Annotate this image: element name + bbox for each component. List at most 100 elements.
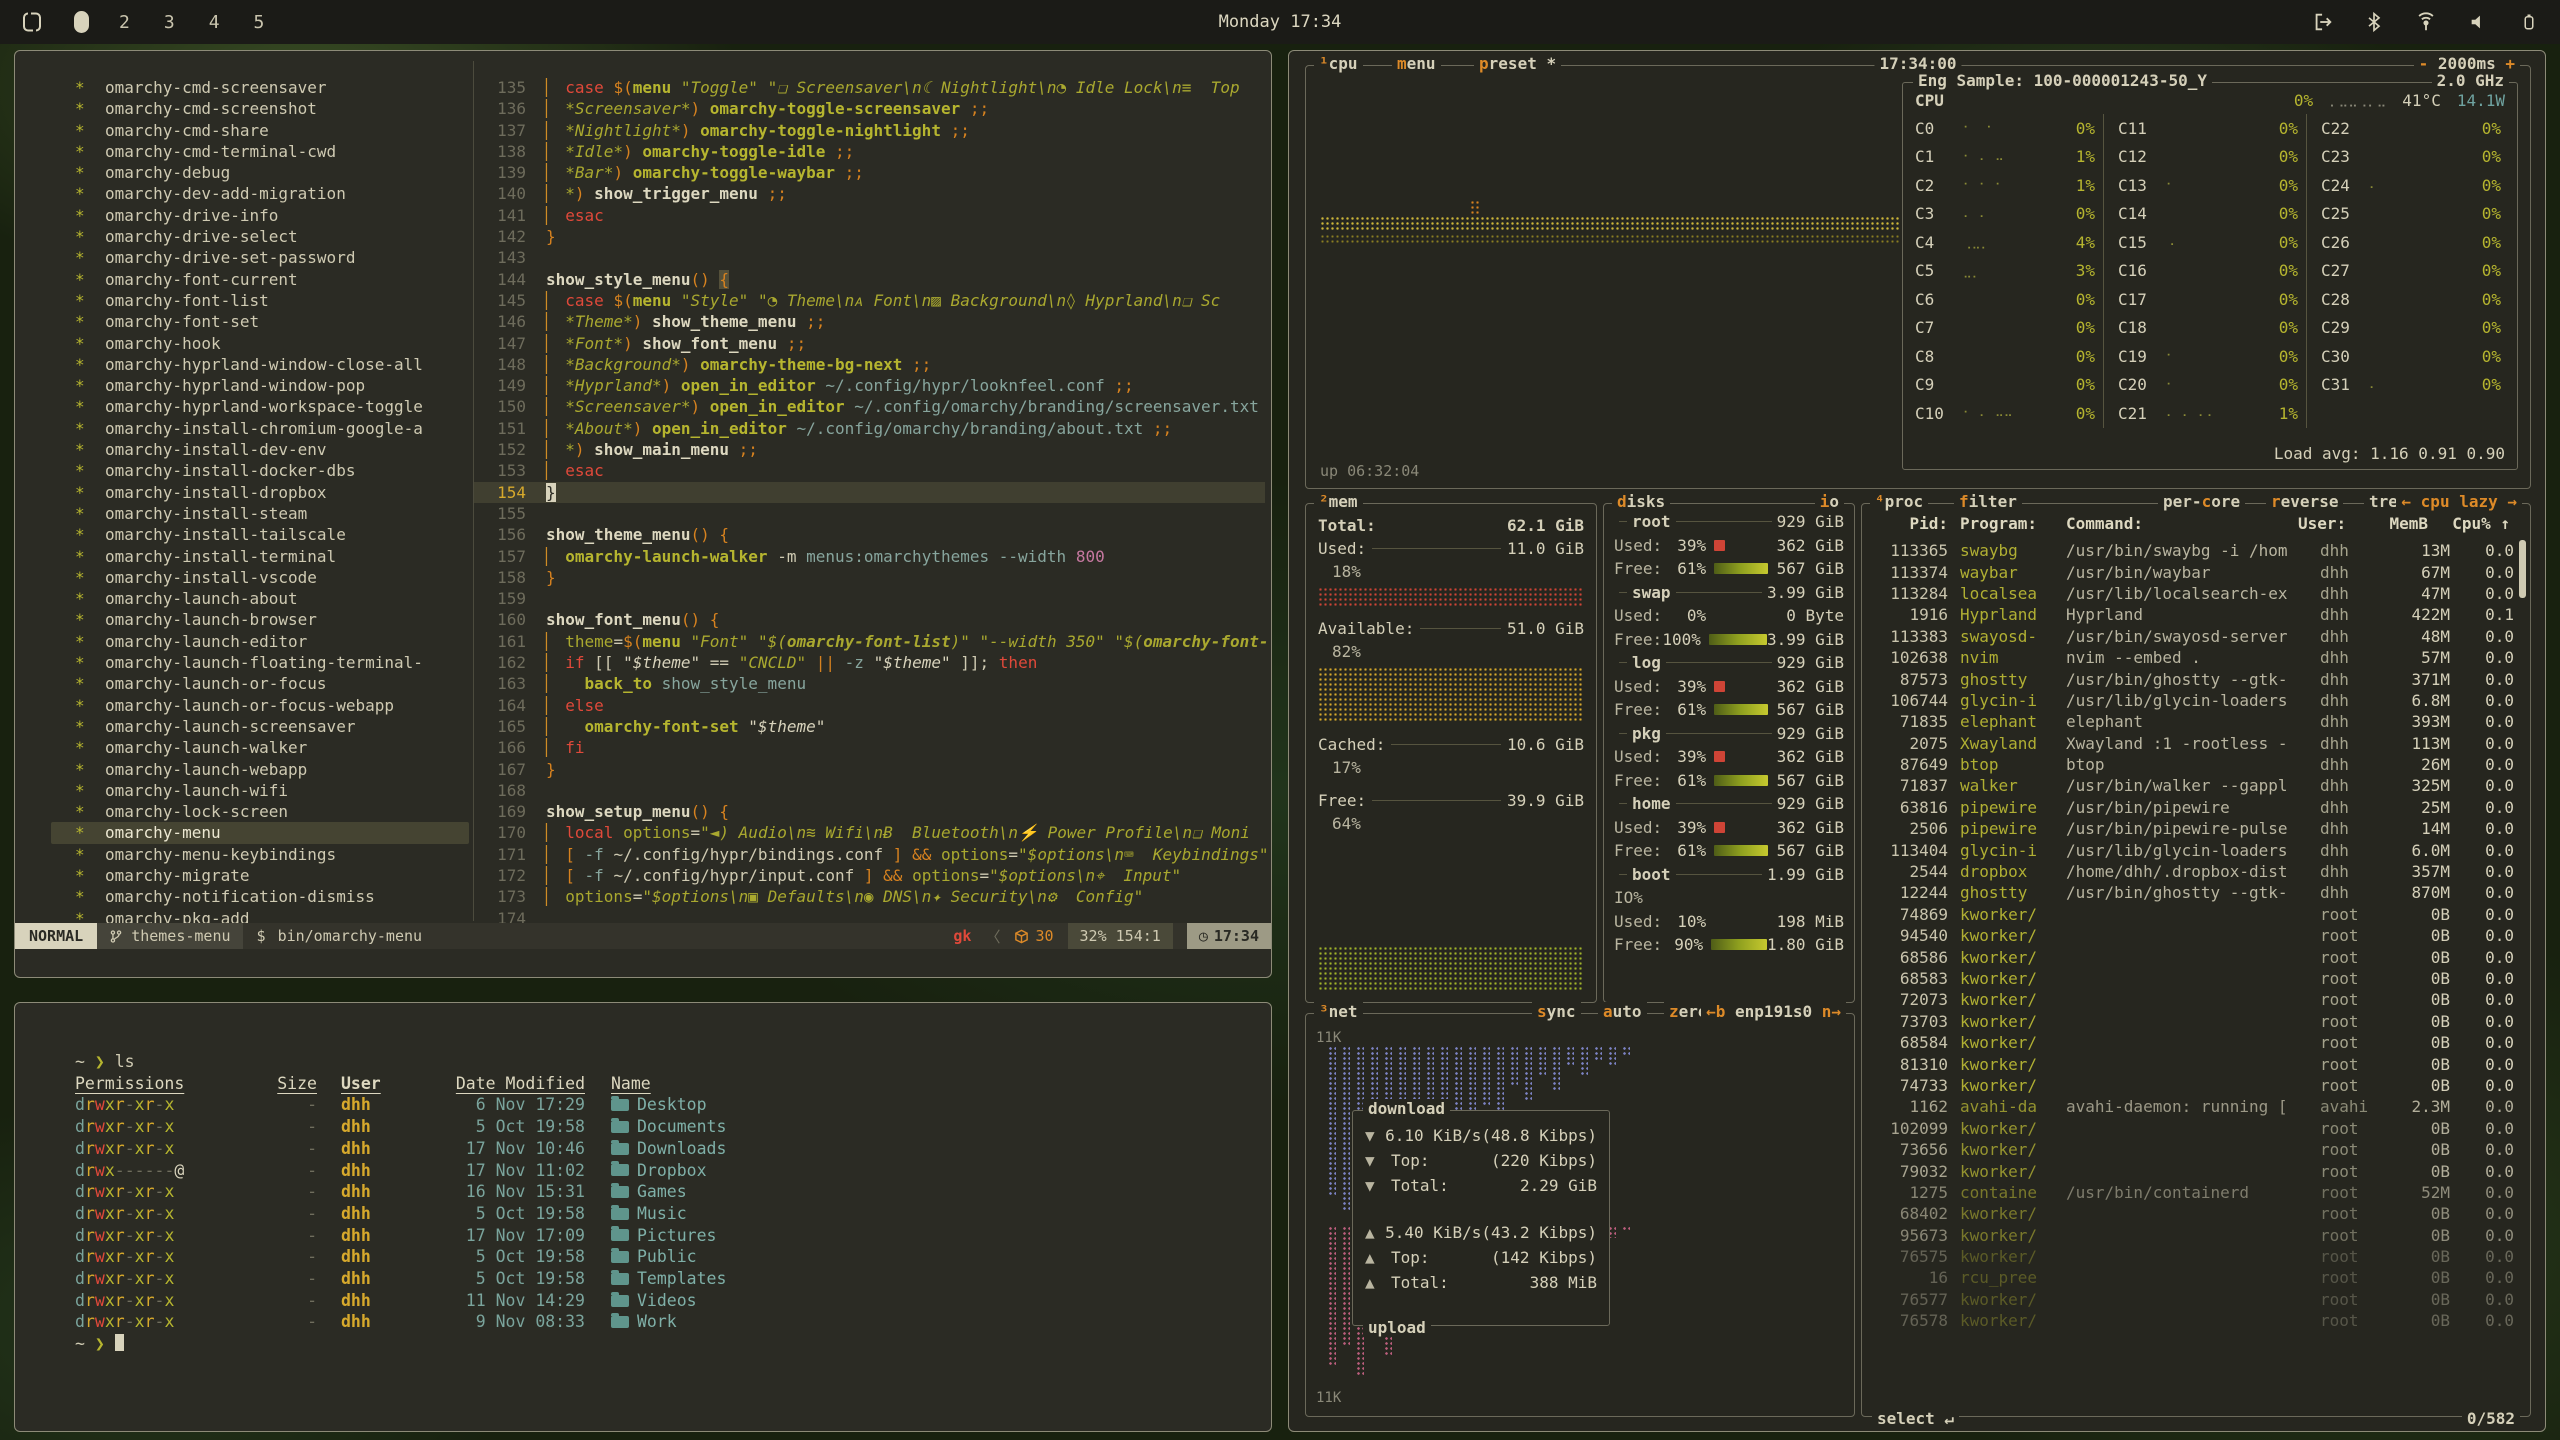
tree-item[interactable]: *omarchy-cmd-terminal-cwd: [51, 141, 469, 162]
process-row[interactable]: 2506pipewire/usr/bin/pipewire-pulsedhh14…: [1868, 818, 2514, 839]
code-line[interactable]: 149▏ *Hyprland*) open_in_editor ~/.confi…: [474, 375, 1265, 396]
process-row[interactable]: 87649btopbtopdhh26M0.0: [1868, 754, 2514, 775]
tree-item[interactable]: *omarchy-launch-about: [51, 588, 469, 609]
tree-item[interactable]: *omarchy-menu: [51, 822, 469, 843]
process-row[interactable]: 95673kworker/root0B0.0: [1868, 1225, 2514, 1246]
process-row[interactable]: 1275containe/usr/bin/containerdroot52M0.…: [1868, 1182, 2514, 1203]
process-row[interactable]: 76578kworker/root0B0.0: [1868, 1310, 2514, 1331]
ls-row[interactable]: drwxr-xr-x-dhh 6 Nov 17:29Desktop: [75, 1094, 1251, 1116]
code-line[interactable]: 150▏ *Screensaver*) open_in_editor ~/.co…: [474, 396, 1265, 417]
tree-item[interactable]: *omarchy-menu-keybindings: [51, 844, 469, 865]
process-row[interactable]: 102638nvimnvim --embed .dhh57M0.0: [1868, 647, 2514, 668]
tree-item[interactable]: *omarchy-install-vscode: [51, 567, 469, 588]
code-line[interactable]: 165▏ omarchy-font-set "$theme": [474, 716, 1265, 737]
code-line[interactable]: 170▏ local options="◄) Audio\n≋ Wifi\nɃ …: [474, 822, 1265, 843]
code-line[interactable]: 144show_style_menu() {: [474, 269, 1265, 290]
logout-icon[interactable]: [2312, 11, 2334, 33]
tree-item[interactable]: *omarchy-cmd-screensaver: [51, 77, 469, 98]
code-line[interactable]: 172▏ [ -f ~/.config/hypr/input.conf ] &&…: [474, 865, 1265, 886]
ls-row[interactable]: drwxr-xr-x-dhh16 Nov 15:31Games: [75, 1181, 1251, 1203]
workspace-2[interactable]: 2: [119, 12, 130, 33]
process-row[interactable]: 76575kworker/root0B0.0: [1868, 1246, 2514, 1267]
tree-item[interactable]: *omarchy-notification-dismiss: [51, 886, 469, 907]
tree-item[interactable]: *omarchy-launch-wifi: [51, 780, 469, 801]
code-line[interactable]: 171▏ [ -f ~/.config/hypr/bindings.conf ]…: [474, 844, 1265, 865]
process-row[interactable]: 74869kworker/root0B0.0: [1868, 904, 2514, 925]
code-line[interactable]: 169show_setup_menu() {: [474, 801, 1265, 822]
code-line[interactable]: 139▏ *Bar*) omarchy-toggle-waybar ;;: [474, 162, 1265, 183]
tree-item[interactable]: *omarchy-launch-browser: [51, 609, 469, 630]
code-line[interactable]: 146▏ *Theme*) show_theme_menu ;;: [474, 311, 1265, 332]
process-row[interactable]: 63816pipewire/usr/bin/pipewiredhh25M0.0: [1868, 797, 2514, 818]
tree-item[interactable]: *omarchy-cmd-screenshot: [51, 98, 469, 119]
tree-item[interactable]: *omarchy-drive-select: [51, 226, 469, 247]
tree-item[interactable]: *omarchy-launch-walker: [51, 737, 469, 758]
process-row[interactable]: 106744glycin-i/usr/lib/glycin-loadersdhh…: [1868, 690, 2514, 711]
tree-item[interactable]: *omarchy-drive-info: [51, 205, 469, 226]
preset-button[interactable]: preset *: [1474, 54, 1561, 73]
omarchy-logo-icon[interactable]: [20, 10, 44, 34]
io-button[interactable]: io: [1815, 492, 1844, 511]
ls-row[interactable]: drwxr-xr-x-dhh17 Nov 17:09Pictures: [75, 1225, 1251, 1247]
ls-row[interactable]: drwxr-xr-x-dhh 5 Oct 19:58Documents: [75, 1116, 1251, 1138]
tree-item[interactable]: *omarchy-font-set: [51, 311, 469, 332]
tree-item[interactable]: *omarchy-cmd-share: [51, 120, 469, 141]
tree-item[interactable]: *omarchy-lock-screen: [51, 801, 469, 822]
process-row[interactable]: 79032kworker/root0B0.0: [1868, 1160, 2514, 1181]
tree-item[interactable]: *omarchy-install-dev-env: [51, 439, 469, 460]
tree-item[interactable]: *omarchy-install-docker-dbs: [51, 460, 469, 481]
tree-item[interactable]: *omarchy-install-terminal: [51, 546, 469, 567]
process-row[interactable]: 113374waybar/usr/bin/waybardhh67M0.0: [1868, 561, 2514, 582]
code-line[interactable]: 143: [474, 247, 1265, 268]
process-row[interactable]: 73656kworker/root0B0.0: [1868, 1139, 2514, 1160]
process-row[interactable]: 81310kworker/root0B0.0: [1868, 1053, 2514, 1074]
process-row[interactable]: 113284localsea/usr/lib/localsearch-exdhh…: [1868, 583, 2514, 604]
code-line[interactable]: 153▏ esac: [474, 460, 1265, 481]
code-line[interactable]: 160show_font_menu() {: [474, 609, 1265, 630]
process-row[interactable]: 94540kworker/root0B0.0: [1868, 925, 2514, 946]
code-line[interactable]: 140▏ *) show_trigger_menu ;;: [474, 183, 1265, 204]
tree-item[interactable]: *omarchy-launch-or-focus: [51, 673, 469, 694]
prompt-line[interactable]: ~ ❯: [75, 1333, 1251, 1355]
process-scrollbar[interactable]: [2519, 540, 2526, 598]
process-row[interactable]: 68584kworker/root0B0.0: [1868, 1032, 2514, 1053]
process-row[interactable]: 76577kworker/root0B0.0: [1868, 1289, 2514, 1310]
code-line[interactable]: 154}: [474, 482, 1265, 503]
sort-column-selector[interactable]: ← cpu lazy →: [2396, 492, 2522, 511]
tree-item[interactable]: *omarchy-hyprland-window-pop: [51, 375, 469, 396]
ls-row[interactable]: drwxr-xr-x-dhh 5 Oct 19:58Templates: [75, 1268, 1251, 1290]
process-row[interactable]: 113383swayosd-/usr/bin/swayosd-serverdhh…: [1868, 626, 2514, 647]
tree-item[interactable]: *omarchy-launch-floating-terminal-: [51, 652, 469, 673]
tree-item[interactable]: *omarchy-migrate: [51, 865, 469, 886]
code-line[interactable]: 148▏ *Background*) omarchy-theme-bg-next…: [474, 354, 1265, 375]
tree-item[interactable]: *omarchy-launch-or-focus-webapp: [51, 695, 469, 716]
ls-row[interactable]: drwxr-xr-x-dhh17 Nov 10:46Downloads: [75, 1138, 1251, 1160]
tree-item[interactable]: *omarchy-drive-set-password: [51, 247, 469, 268]
code-line[interactable]: 157▏ omarchy-launch-walker -m menus:omar…: [474, 546, 1265, 567]
tree-item[interactable]: *omarchy-install-chromium-google-a: [51, 418, 469, 439]
process-row[interactable]: 1162avahi-daavahi-daemon: running [avahi…: [1868, 1096, 2514, 1117]
code-line[interactable]: 161▏ theme=$(menu "Font" "$(omarchy-font…: [474, 631, 1265, 652]
process-row[interactable]: 2075XwaylandXwayland :1 -rootless -dhh11…: [1868, 733, 2514, 754]
process-row[interactable]: 102099kworker/root0B0.0: [1868, 1118, 2514, 1139]
reverse-button[interactable]: reverse: [2266, 492, 2343, 511]
tree-item[interactable]: *omarchy-debug: [51, 162, 469, 183]
process-row[interactable]: 2544dropbox/home/dhh/.dropbox-distdhh357…: [1868, 861, 2514, 882]
code-line[interactable]: 145▏ case $(menu "Style" "◔ Theme\nᴀ Fon…: [474, 290, 1265, 311]
code-buffer[interactable]: 135▏ case $(menu "Toggle" "❏ Screensaver…: [474, 77, 1265, 929]
terminal-window[interactable]: ~ ❯ lsPermissionsSizeUserDate ModifiedNa…: [14, 1002, 1272, 1432]
process-row[interactable]: 74733kworker/root0B0.0: [1868, 1075, 2514, 1096]
tree-item[interactable]: *omarchy-hyprland-window-close-all: [51, 354, 469, 375]
code-line[interactable]: 155: [474, 503, 1265, 524]
code-line[interactable]: 156show_theme_menu() {: [474, 524, 1265, 545]
tree-item[interactable]: *omarchy-install-dropbox: [51, 482, 469, 503]
sync-button[interactable]: sync: [1532, 1002, 1581, 1021]
process-row[interactable]: 72073kworker/root0B0.0: [1868, 989, 2514, 1010]
tree-item[interactable]: *omarchy-hook: [51, 333, 469, 354]
code-line[interactable]: 151▏ *About*) open_in_editor ~/.config/o…: [474, 418, 1265, 439]
process-row[interactable]: 71837walker/usr/bin/walker --gappldhh325…: [1868, 775, 2514, 796]
code-line[interactable]: 158}: [474, 567, 1265, 588]
code-line[interactable]: 142}: [474, 226, 1265, 247]
workspace-4[interactable]: 4: [209, 12, 220, 33]
battery-icon[interactable]: [2520, 11, 2538, 33]
